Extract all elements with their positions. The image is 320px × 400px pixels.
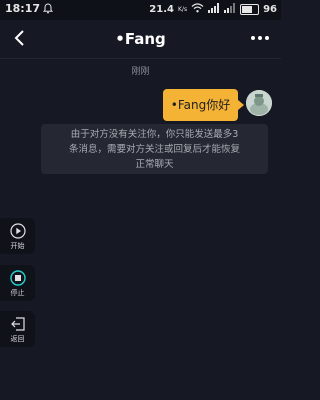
status-right: 21.4 K/s 96 (149, 3, 277, 16)
wifi-icon (191, 3, 204, 16)
stop-icon (9, 270, 26, 286)
battery-level: 96 (263, 4, 277, 15)
back-button[interactable]: 返回 (0, 311, 35, 347)
exit-icon (10, 316, 26, 332)
play-icon (9, 223, 26, 239)
more-dots-icon[interactable] (249, 30, 271, 44)
back-label: 返回 (10, 335, 25, 343)
notice-line: 条消息，需要对方关注或回复后才能恢复 (68, 144, 240, 155)
signal-icon (208, 3, 220, 16)
message-bubble[interactable]: •Fang你好 (163, 89, 244, 121)
nav-divider (0, 58, 281, 59)
notice-line: 由于对方没有关注你，你只能发送最多3 (70, 129, 239, 140)
battery-icon (240, 4, 260, 15)
nav-bar: •Fang (0, 20, 281, 58)
notice-line: 正常聊天 (135, 159, 174, 170)
status-bar: 18:17 21.4 K/s 96 (0, 0, 281, 20)
stop-button[interactable]: 停止 (0, 265, 35, 301)
start-button[interactable]: 开始 (0, 218, 35, 254)
notification-icon (42, 3, 54, 17)
chat-title: •Fang (115, 30, 166, 48)
avatar[interactable] (246, 90, 272, 116)
network-speed: 21.4 (149, 4, 174, 15)
message-timestamp: 刚刚 (131, 67, 150, 77)
status-time: 18:17 (5, 2, 41, 15)
network-speed-unit: K/s (177, 5, 188, 13)
start-label: 开始 (10, 242, 25, 250)
follow-notice: 由于对方没有关注你，你只能发送最多3 条消息，需要对方关注或回复后才能恢复 正常… (41, 124, 268, 174)
signal-icon (224, 3, 236, 16)
stop-label: 停止 (10, 289, 25, 297)
